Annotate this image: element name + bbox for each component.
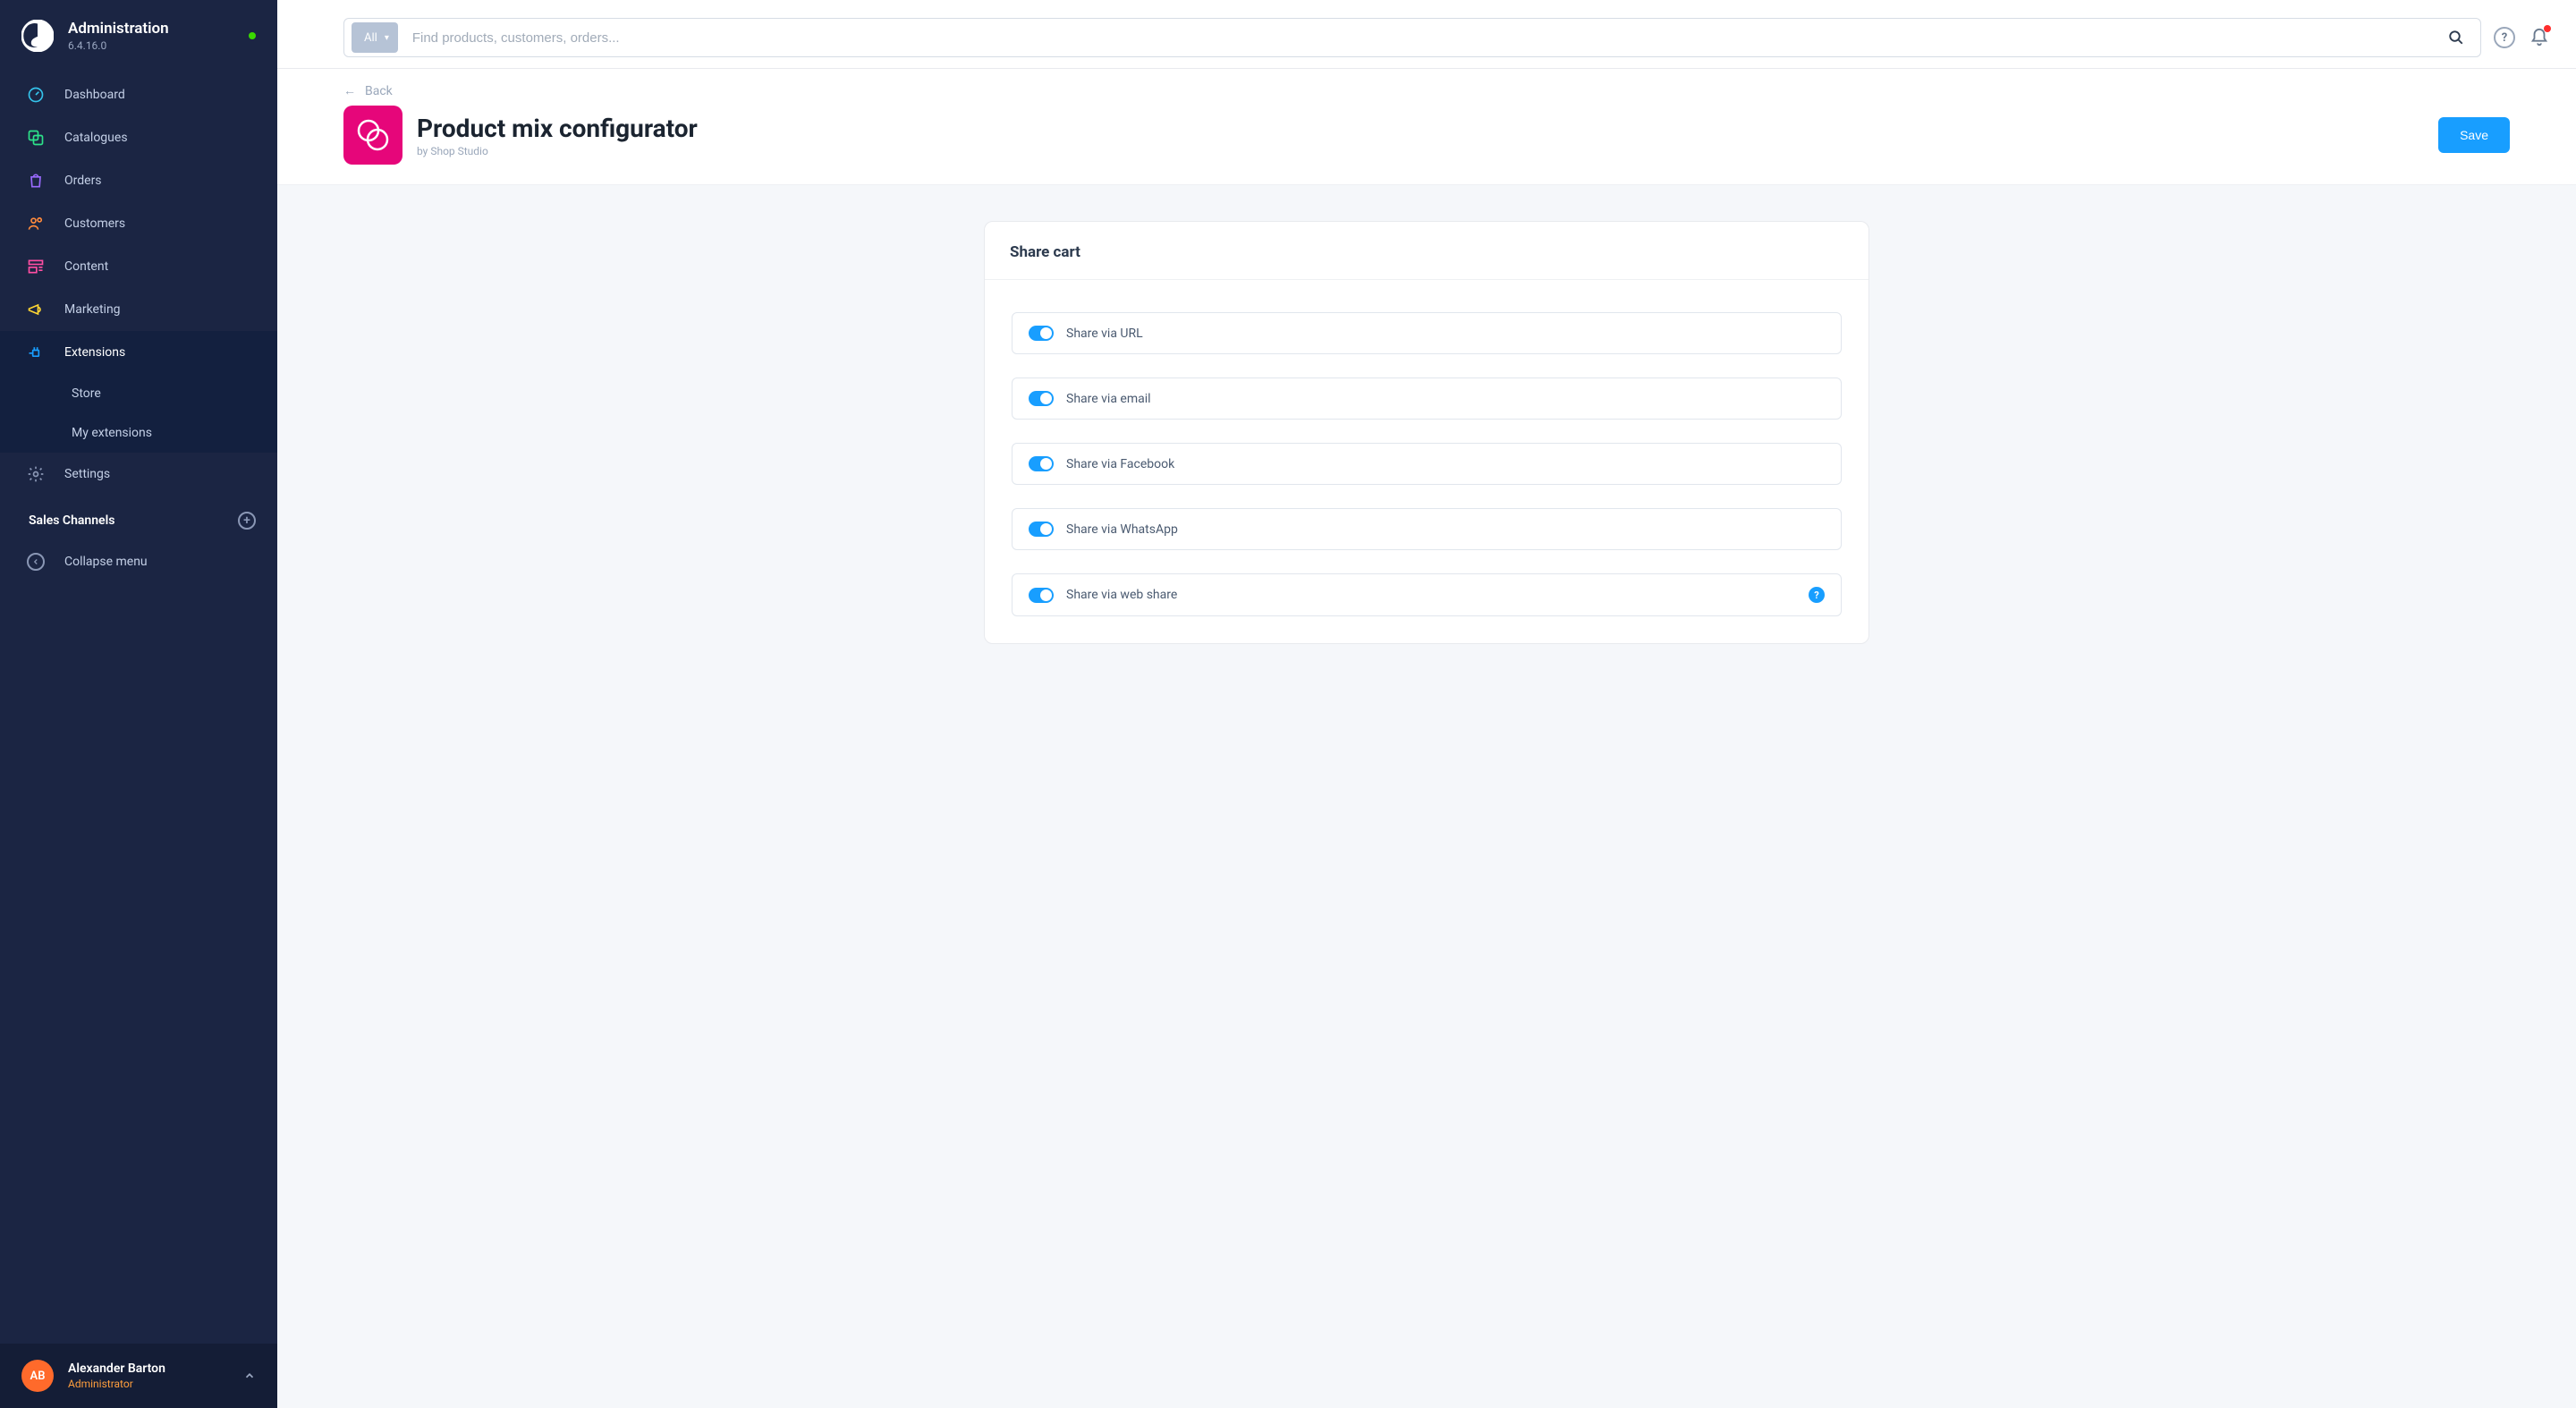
app-logo xyxy=(21,20,54,52)
toggle-share-whatsapp[interactable] xyxy=(1029,522,1054,537)
nav-content[interactable]: Content xyxy=(0,245,277,288)
nav-label: Content xyxy=(64,259,108,274)
main-content: All ▾ ? ← Back xyxy=(277,0,2576,1408)
nav-label: Orders xyxy=(64,174,102,188)
sidebar-header: Administration 6.4.16.0 xyxy=(0,0,277,68)
chevron-down-icon: ▾ xyxy=(385,33,389,43)
option-share-whatsapp: Share via WhatsApp xyxy=(1012,508,1842,550)
page-title: Product mix configurator xyxy=(417,114,698,143)
subnav-my-extensions[interactable]: My extensions xyxy=(0,413,277,453)
chevron-up-icon xyxy=(243,1370,256,1382)
arrow-left-icon: ← xyxy=(343,83,356,98)
content-area: Share cart Share via URL Share via email… xyxy=(277,185,2576,1408)
nav-dashboard[interactable]: Dashboard xyxy=(0,73,277,116)
nav-label: Catalogues xyxy=(64,131,128,145)
sidebar-nav: Dashboard Catalogues Orders Customers Co… xyxy=(0,68,277,1344)
option-share-email: Share via email xyxy=(1012,377,1842,420)
status-indicator xyxy=(249,32,256,39)
toggle-share-url[interactable] xyxy=(1029,326,1054,341)
plugin-icon xyxy=(343,106,402,165)
plugin-author: by Shop Studio xyxy=(417,145,698,157)
subnav-store[interactable]: Store xyxy=(0,374,277,413)
notifications-button[interactable] xyxy=(2528,26,2551,49)
notification-badge xyxy=(2544,25,2551,32)
layout-icon xyxy=(27,258,45,276)
filter-label: All xyxy=(364,31,377,45)
sales-channels-header: Sales Channels + xyxy=(0,496,277,540)
option-share-web: Share via web share ? xyxy=(1012,573,1842,616)
toggle-share-web[interactable] xyxy=(1029,588,1054,603)
layers-icon xyxy=(27,129,45,147)
collapse-label: Collapse menu xyxy=(64,555,148,569)
plug-icon xyxy=(27,344,45,361)
nav-marketing[interactable]: Marketing xyxy=(0,288,277,331)
option-label: Share via URL xyxy=(1066,327,1143,341)
sidebar: Administration 6.4.16.0 Dashboard Catalo… xyxy=(0,0,277,1408)
settings-card: Share cart Share via URL Share via email… xyxy=(984,221,1869,644)
topbar: All ▾ ? xyxy=(277,0,2576,69)
option-label: Share via web share xyxy=(1066,588,1177,602)
nav-extensions[interactable]: Extensions xyxy=(0,331,277,374)
card-title: Share cart xyxy=(985,222,1868,280)
option-label: Share via email xyxy=(1066,392,1151,406)
save-button[interactable]: Save xyxy=(2438,117,2510,153)
nav-customers[interactable]: Customers xyxy=(0,202,277,245)
gear-icon xyxy=(27,465,45,483)
bag-icon xyxy=(27,172,45,190)
subnav-label: My extensions xyxy=(72,426,152,440)
page-header: ← Back Product mix configurator by Shop … xyxy=(277,69,2576,185)
search-bar: All ▾ xyxy=(343,18,2481,57)
back-link[interactable]: ← Back xyxy=(343,83,2510,98)
nav-settings[interactable]: Settings xyxy=(0,453,277,496)
search-filter-dropdown[interactable]: All ▾ xyxy=(352,22,398,53)
help-tooltip-button[interactable]: ? xyxy=(1809,587,1825,603)
option-share-url: Share via URL xyxy=(1012,312,1842,354)
chevron-left-icon xyxy=(27,553,45,571)
user-role: Administrator xyxy=(68,1378,165,1390)
help-button[interactable]: ? xyxy=(2494,27,2515,48)
nav-catalogues[interactable]: Catalogues xyxy=(0,116,277,159)
search-icon[interactable] xyxy=(2436,30,2477,46)
nav-label: Dashboard xyxy=(64,88,125,102)
users-icon xyxy=(27,215,45,233)
user-name: Alexander Barton xyxy=(68,1361,165,1376)
toggle-share-facebook[interactable] xyxy=(1029,456,1054,471)
option-label: Share via Facebook xyxy=(1066,457,1174,471)
app-title: Administration xyxy=(68,20,234,38)
collapse-menu-button[interactable]: Collapse menu xyxy=(0,540,277,583)
section-label: Sales Channels xyxy=(29,513,114,528)
nav-label: Marketing xyxy=(64,302,121,317)
option-share-facebook: Share via Facebook xyxy=(1012,443,1842,485)
user-menu[interactable]: AB Alexander Barton Administrator xyxy=(0,1344,277,1408)
option-label: Share via WhatsApp xyxy=(1066,522,1178,537)
nav-label: Customers xyxy=(64,216,125,231)
megaphone-icon xyxy=(27,301,45,318)
nav-label: Settings xyxy=(64,467,110,481)
nav-orders[interactable]: Orders xyxy=(0,159,277,202)
nav-label: Extensions xyxy=(64,345,125,360)
avatar: AB xyxy=(21,1360,54,1392)
gauge-icon xyxy=(27,86,45,104)
app-version: 6.4.16.0 xyxy=(68,39,234,52)
search-input[interactable] xyxy=(402,30,2436,46)
subnav-label: Store xyxy=(72,386,101,401)
toggle-share-email[interactable] xyxy=(1029,391,1054,406)
back-label: Back xyxy=(365,84,393,98)
add-sales-channel-button[interactable]: + xyxy=(238,512,256,530)
